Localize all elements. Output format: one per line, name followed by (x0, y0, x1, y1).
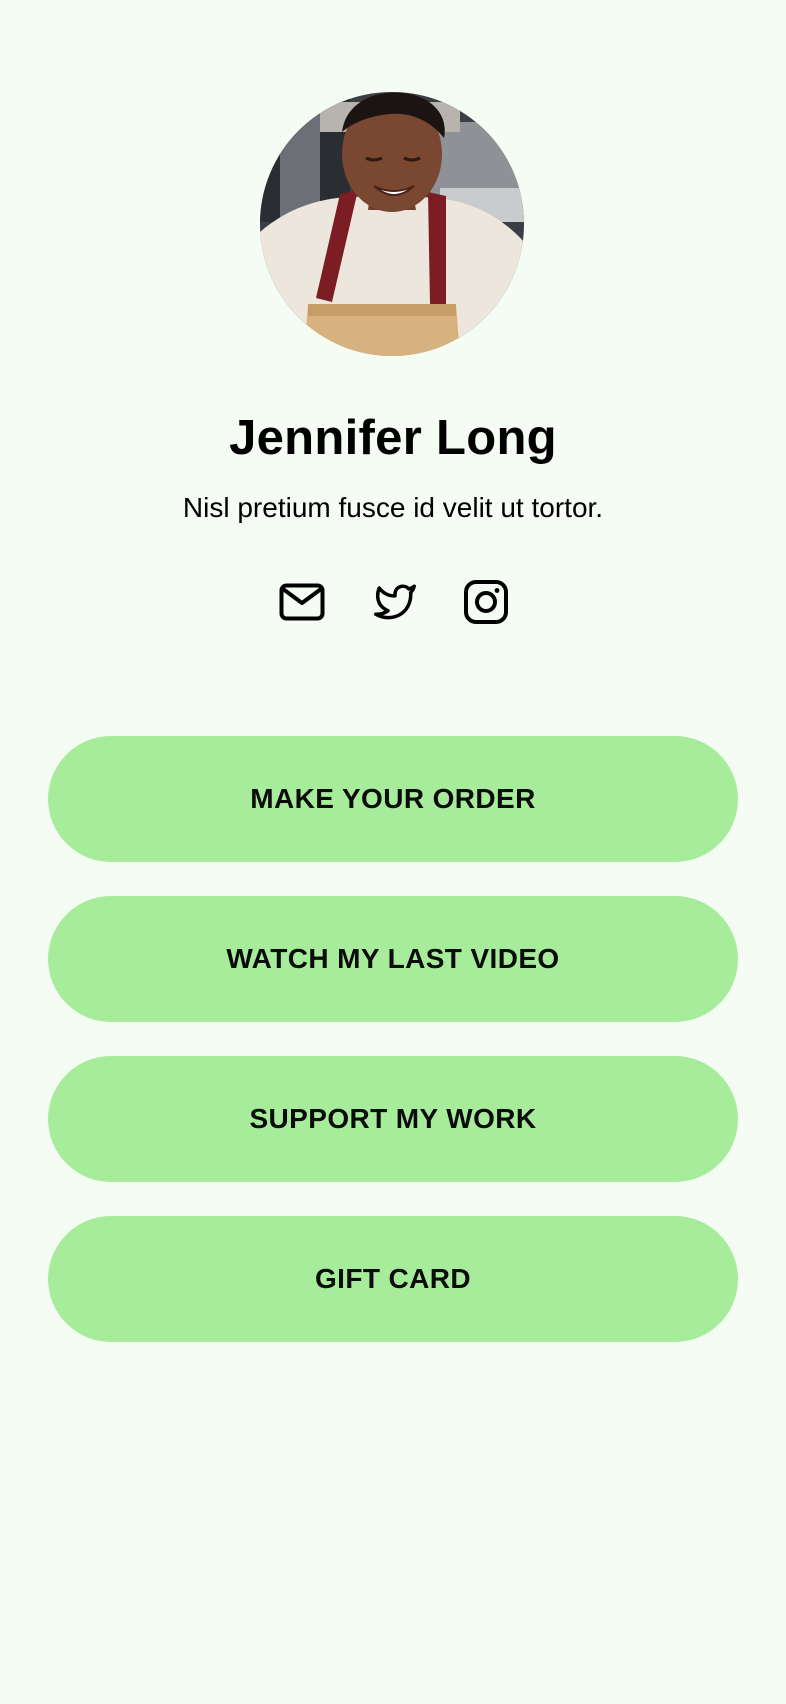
make-your-order-button[interactable]: MAKE YOUR ORDER (48, 736, 738, 862)
mail-link[interactable] (278, 578, 326, 626)
twitter-icon (374, 584, 416, 620)
profile-bio: Nisl pretium fusce id velit ut tortor. (182, 492, 604, 523)
profile-name: Jennifer Long (229, 411, 557, 465)
instagram-link[interactable] (462, 578, 510, 626)
button-label: SUPPORT MY WORK (249, 1103, 537, 1134)
support-my-work-button[interactable]: SUPPORT MY WORK (48, 1056, 738, 1182)
button-label: WATCH MY LAST VIDEO (226, 943, 560, 974)
link-in-bio-page: Jennifer Long Nisl pretium fusce id veli… (0, 0, 786, 1704)
social-links (0, 578, 786, 626)
button-label: GIFT CARD (314, 1263, 472, 1294)
avatar-photo (260, 92, 524, 356)
twitter-link[interactable] (371, 578, 419, 626)
button-label: MAKE YOUR ORDER (250, 783, 536, 814)
link-list: MAKE YOUR ORDER WATCH MY LAST VIDEO SUPP… (48, 736, 738, 1376)
avatar (260, 92, 524, 356)
watch-my-last-video-button[interactable]: WATCH MY LAST VIDEO (48, 896, 738, 1022)
gift-card-button[interactable]: GIFT CARD (48, 1216, 738, 1342)
instagram-icon (464, 580, 508, 624)
mail-icon (279, 583, 325, 621)
